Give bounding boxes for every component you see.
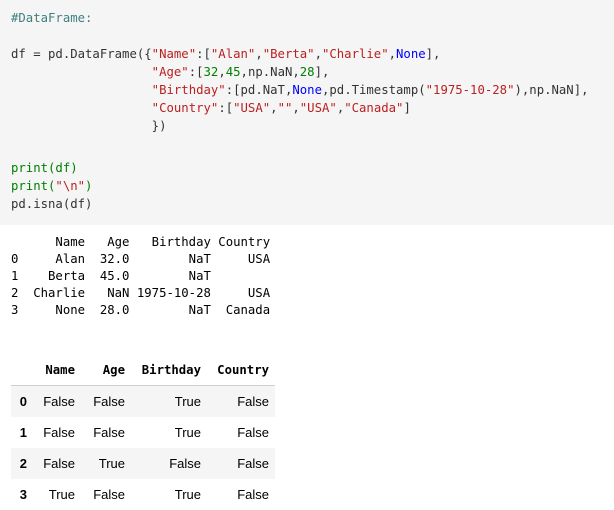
- code-token: ): [85, 179, 93, 193]
- table-cell: False: [93, 487, 125, 502]
- code-token: "USA": [233, 101, 271, 115]
- table-cell: True: [174, 425, 201, 440]
- table-cell: False: [237, 487, 269, 502]
- print-output: Name Age Birthday Country 0 Alan 32.0 Na…: [11, 235, 271, 317]
- code-token: }): [11, 119, 167, 133]
- code-token: print(df): [11, 161, 78, 175]
- code-token: :[: [218, 101, 234, 115]
- code-token: ,: [255, 47, 263, 61]
- column-header-age: Age: [81, 354, 131, 386]
- code-token: ],: [425, 47, 441, 61]
- table-cell: True: [174, 487, 201, 502]
- code-token: None: [292, 83, 322, 97]
- code-token: df = pd.DataFrame({: [11, 47, 152, 61]
- table-row: 2 False True False False: [11, 448, 275, 479]
- table-row: 0 False False True False: [11, 385, 275, 417]
- code-token: "": [277, 101, 293, 115]
- code-token: :[: [196, 47, 211, 61]
- table-cell: False: [237, 425, 269, 440]
- code-token: :[: [188, 65, 204, 79]
- code-token: "Name": [151, 47, 197, 61]
- code-token: 28: [299, 65, 315, 79]
- code-line: "Age":[32,45,np.NaN,28],: [11, 63, 330, 81]
- code-line: "Birthday":[pd.NaT,None,pd.Timestamp("19…: [11, 81, 589, 99]
- isna-dataframe-table: Name Age Birthday Country 0 False False …: [11, 354, 275, 510]
- table-cell: True: [174, 394, 201, 409]
- code-token: ,: [218, 65, 226, 79]
- table-cell: False: [237, 456, 269, 471]
- code-line: df = pd.DataFrame({"Name":["Alan","Berta…: [11, 45, 440, 63]
- table-cell: False: [43, 425, 75, 440]
- code-token: ,: [270, 101, 278, 115]
- code-token: :[pd.NaT,: [225, 83, 293, 97]
- code-line: }): [11, 117, 167, 135]
- row-index: 0: [19, 394, 27, 409]
- table-cell: False: [93, 394, 125, 409]
- code-token: #DataFrame:: [11, 11, 93, 25]
- code-token: "Country": [151, 101, 219, 115]
- code-token: "\n": [55, 179, 86, 193]
- code-token: 45: [225, 65, 241, 79]
- code-token: None: [396, 47, 426, 61]
- column-header-birthday: Birthday: [131, 354, 207, 386]
- code-token: "Charlie": [321, 47, 389, 61]
- table-header-row: Name Age Birthday Country: [11, 354, 275, 386]
- code-token: "Age": [151, 65, 189, 79]
- code-line: pd.isna(df): [11, 195, 92, 213]
- code-token: print(: [11, 179, 56, 193]
- code-cell[interactable]: #DataFrame: df = pd.DataFrame({"Name":["A…: [0, 0, 614, 225]
- code-token: "Birthday": [151, 83, 226, 97]
- code-token: ,np.NaN,: [240, 65, 300, 79]
- code-token: 32: [203, 65, 219, 79]
- row-index: 3: [19, 487, 27, 502]
- code-token: "Canada": [344, 101, 404, 115]
- code-line: #DataFrame:: [11, 9, 92, 27]
- code-line: print("\n"): [11, 177, 92, 195]
- code-token: "USA": [299, 101, 337, 115]
- table-cell: False: [43, 394, 75, 409]
- code-line: print(df): [11, 159, 78, 177]
- table-cell: False: [169, 456, 201, 471]
- code-token: pd.isna(df): [11, 197, 93, 211]
- code-token: ,: [314, 47, 322, 61]
- table-cell: False: [43, 456, 75, 471]
- code-token: ),np.NaN],: [514, 83, 589, 97]
- column-header-index: [11, 354, 33, 386]
- code-token: ]: [403, 101, 411, 115]
- row-index: 2: [19, 456, 27, 471]
- table-cell: False: [237, 394, 269, 409]
- table-row: 3 True False True False: [11, 479, 275, 510]
- table-cell: True: [98, 456, 125, 471]
- table-row: 1 False False True False: [11, 417, 275, 448]
- code-token: ],: [314, 65, 330, 79]
- code-token: "Berta": [262, 47, 315, 61]
- code-token: "Alan": [210, 47, 256, 61]
- code-token: ,: [292, 101, 300, 115]
- row-index: 1: [19, 425, 27, 440]
- code-token: "1975-10-28": [425, 83, 515, 97]
- column-header-name: Name: [33, 354, 81, 386]
- code-token: ,: [388, 47, 397, 61]
- code-token: ,pd.Timestamp(: [321, 83, 426, 97]
- column-header-country: Country: [207, 354, 275, 386]
- code-line: "Country":["USA","","USA","Canada"]: [11, 99, 411, 117]
- table-cell: True: [48, 487, 75, 502]
- table-cell: False: [93, 425, 125, 440]
